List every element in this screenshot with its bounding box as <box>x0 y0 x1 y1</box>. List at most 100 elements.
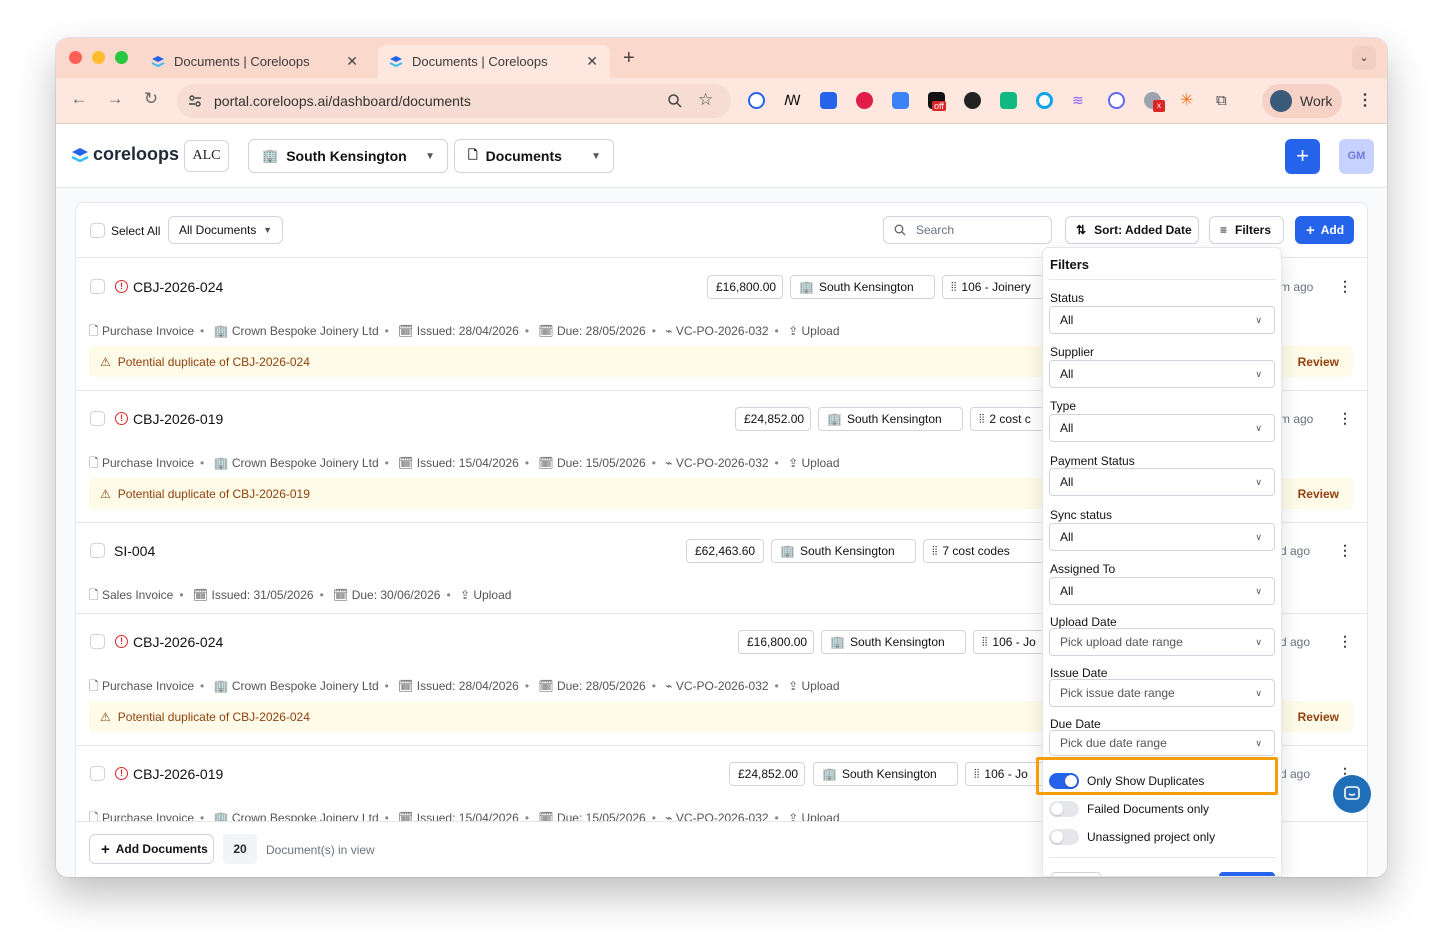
address-bar[interactable]: portal.coreloops.ai/dashboard/documents … <box>177 84 731 118</box>
upload-date-range-picker[interactable]: Pick upload date range ∨ <box>1049 628 1275 656</box>
circle-extension-icon[interactable] <box>1108 92 1125 109</box>
chevron-down-icon: ∨ <box>1255 687 1262 698</box>
review-link[interactable]: Review <box>1298 710 1339 724</box>
location-text: South Kensington <box>841 767 937 781</box>
zoom-window-button[interactable] <box>115 51 128 64</box>
status-filter-select[interactable]: All ∨ <box>1049 306 1275 334</box>
forward-icon[interactable]: → <box>104 89 126 109</box>
project-select[interactable]: 🏢 South Kensington ▼ <box>248 139 448 173</box>
location-text: South Kensington <box>818 280 914 294</box>
row-checkbox[interactable] <box>90 543 105 558</box>
browser-tab-active[interactable]: Documents | Coreloops ✕ <box>378 45 610 78</box>
added-time: d ago <box>1280 767 1311 781</box>
cost-code-badge[interactable]: ⦙⦙ 7 cost codes <box>923 539 1052 563</box>
new-tab-icon[interactable]: + <box>623 47 635 70</box>
minimize-window-button[interactable] <box>92 51 105 64</box>
row-checkbox[interactable] <box>90 411 105 426</box>
section-select[interactable]: 🗋 Documents ▼ <box>454 139 614 173</box>
add-documents-button[interactable]: + Add Documents <box>89 834 214 864</box>
add-button[interactable]: + Add <box>1295 216 1354 244</box>
stack-extension-icon[interactable] <box>964 92 981 109</box>
calendar-icon: 🗓 <box>333 588 352 602</box>
sort-button[interactable]: ⇅ Sort: Added Date <box>1065 216 1199 244</box>
profile-button[interactable]: Work <box>1262 84 1342 118</box>
row-menu-icon[interactable]: ⋮ <box>1338 410 1352 427</box>
tab-search-chevron-icon[interactable]: ⌄ <box>1352 46 1376 70</box>
browser-menu-icon[interactable]: ⋮ <box>1357 90 1373 110</box>
coreloops-favicon-icon <box>151 55 165 67</box>
reload-icon[interactable]: ↻ <box>140 89 162 109</box>
row-checkbox[interactable] <box>90 766 105 781</box>
cost-code-badge[interactable]: ⦙⦙ 106 - Jo <box>973 630 1052 654</box>
green-extension-icon[interactable] <box>1000 92 1017 109</box>
section-select-value: Documents <box>485 148 562 164</box>
filters-label: Filters <box>1235 223 1272 237</box>
browser-toolbar: ← → ↻ portal.coreloops.ai/dashboard/docu… <box>56 78 1387 124</box>
add-label: Add <box>1320 223 1345 237</box>
building-icon: 🏢 <box>780 544 795 558</box>
close-tab-icon[interactable]: ✕ <box>586 53 598 70</box>
issued-date: Issued: 15/04/2026 <box>416 456 519 470</box>
logo-text: coreloops <box>93 144 180 164</box>
support-chat-button[interactable] <box>1333 775 1371 813</box>
status-filter-value: All <box>1060 313 1074 327</box>
unassigned-project-toggle[interactable] <box>1049 829 1079 845</box>
failed-documents-toggle[interactable] <box>1049 801 1079 817</box>
row-menu-icon[interactable]: ⋮ <box>1338 633 1352 650</box>
documents-filter-dropdown[interactable]: All Documents ▼ <box>168 216 283 244</box>
document-id[interactable]: CBJ-2026-024 <box>133 634 223 650</box>
zoom-icon[interactable] <box>667 93 683 109</box>
pokeball-extension-icon[interactable] <box>856 92 873 109</box>
browser-tab[interactable]: Documents | Coreloops ✕ <box>140 45 370 78</box>
row-menu-icon[interactable]: ⋮ <box>1338 278 1352 295</box>
review-link[interactable]: Review <box>1298 487 1339 501</box>
due-date-range-picker[interactable]: Pick due date range ∨ <box>1049 730 1275 756</box>
document-id[interactable]: SI-004 <box>114 543 155 559</box>
row-checkbox[interactable] <box>90 634 105 649</box>
search-input[interactable]: Search <box>883 216 1052 244</box>
added-time: d ago <box>1280 544 1311 558</box>
document-id[interactable]: CBJ-2026-019 <box>133 766 223 782</box>
cost-code-badge[interactable]: ⦙⦙ 106 - Joinery <box>942 275 1052 299</box>
duplicate-text: Potential duplicate of CBJ-2026-019 <box>117 486 310 501</box>
supplier-filter-select[interactable]: All ∨ <box>1049 360 1275 388</box>
issue-date-range-picker[interactable]: Pick issue date range ∨ <box>1049 679 1275 707</box>
added-time: d ago <box>1280 635 1311 649</box>
close-tab-icon[interactable]: ✕ <box>346 53 358 70</box>
create-button[interactable]: + <box>1285 139 1320 174</box>
duplicate-text: Potential duplicate of CBJ-2026-024 <box>117 354 310 369</box>
document-id[interactable]: CBJ-2026-019 <box>133 411 223 427</box>
cyan-extension-icon[interactable] <box>1036 92 1053 109</box>
row-menu-icon[interactable]: ⋮ <box>1338 542 1352 559</box>
doc-type-icon: 🗋 <box>89 679 102 693</box>
cost-code-badge[interactable]: ⦙⦙ 2 cost c <box>970 407 1052 431</box>
assigned-to-filter-select[interactable]: All ∨ <box>1049 577 1275 605</box>
download-extension-icon[interactable] <box>892 92 909 109</box>
reset-filters-button[interactable] <box>1051 872 1101 876</box>
review-link[interactable]: Review <box>1298 355 1339 369</box>
row-checkbox[interactable] <box>90 279 105 294</box>
document-id[interactable]: CBJ-2026-024 <box>133 279 223 295</box>
audio-extension-icon[interactable]: ≋ <box>1072 92 1089 109</box>
org-logo[interactable]: ALC <box>184 140 229 172</box>
url-text: portal.coreloops.ai/dashboard/documents <box>214 93 471 109</box>
chevron-down-icon: ∨ <box>1255 585 1262 596</box>
password-manager-icon[interactable] <box>748 92 765 109</box>
source-label: Upload <box>801 811 840 821</box>
user-avatar[interactable]: GM <box>1339 139 1374 174</box>
apply-filters-button[interactable] <box>1219 872 1275 876</box>
type-filter-select[interactable]: All ∨ <box>1049 414 1275 442</box>
site-settings-icon[interactable] <box>188 94 202 108</box>
signature-extension-icon[interactable]: ꟿ <box>784 92 801 109</box>
close-window-button[interactable] <box>69 51 82 64</box>
sunburst-extension-icon[interactable]: ✳ <box>1180 92 1197 109</box>
extensions-puzzle-icon[interactable]: ⧉ <box>1216 92 1233 109</box>
back-icon[interactable]: ← <box>68 89 90 109</box>
bookmark-star-icon[interactable]: ☆ <box>698 90 713 110</box>
sync-status-filter-select[interactable]: All ∨ <box>1049 523 1275 551</box>
snowflake-extension-icon[interactable] <box>820 92 837 109</box>
coreloops-logo[interactable]: coreloops <box>70 144 179 165</box>
filters-button[interactable]: ≡ Filters <box>1209 216 1284 244</box>
payment-status-filter-select[interactable]: All ∨ <box>1049 468 1275 496</box>
select-all-checkbox[interactable] <box>90 223 105 238</box>
